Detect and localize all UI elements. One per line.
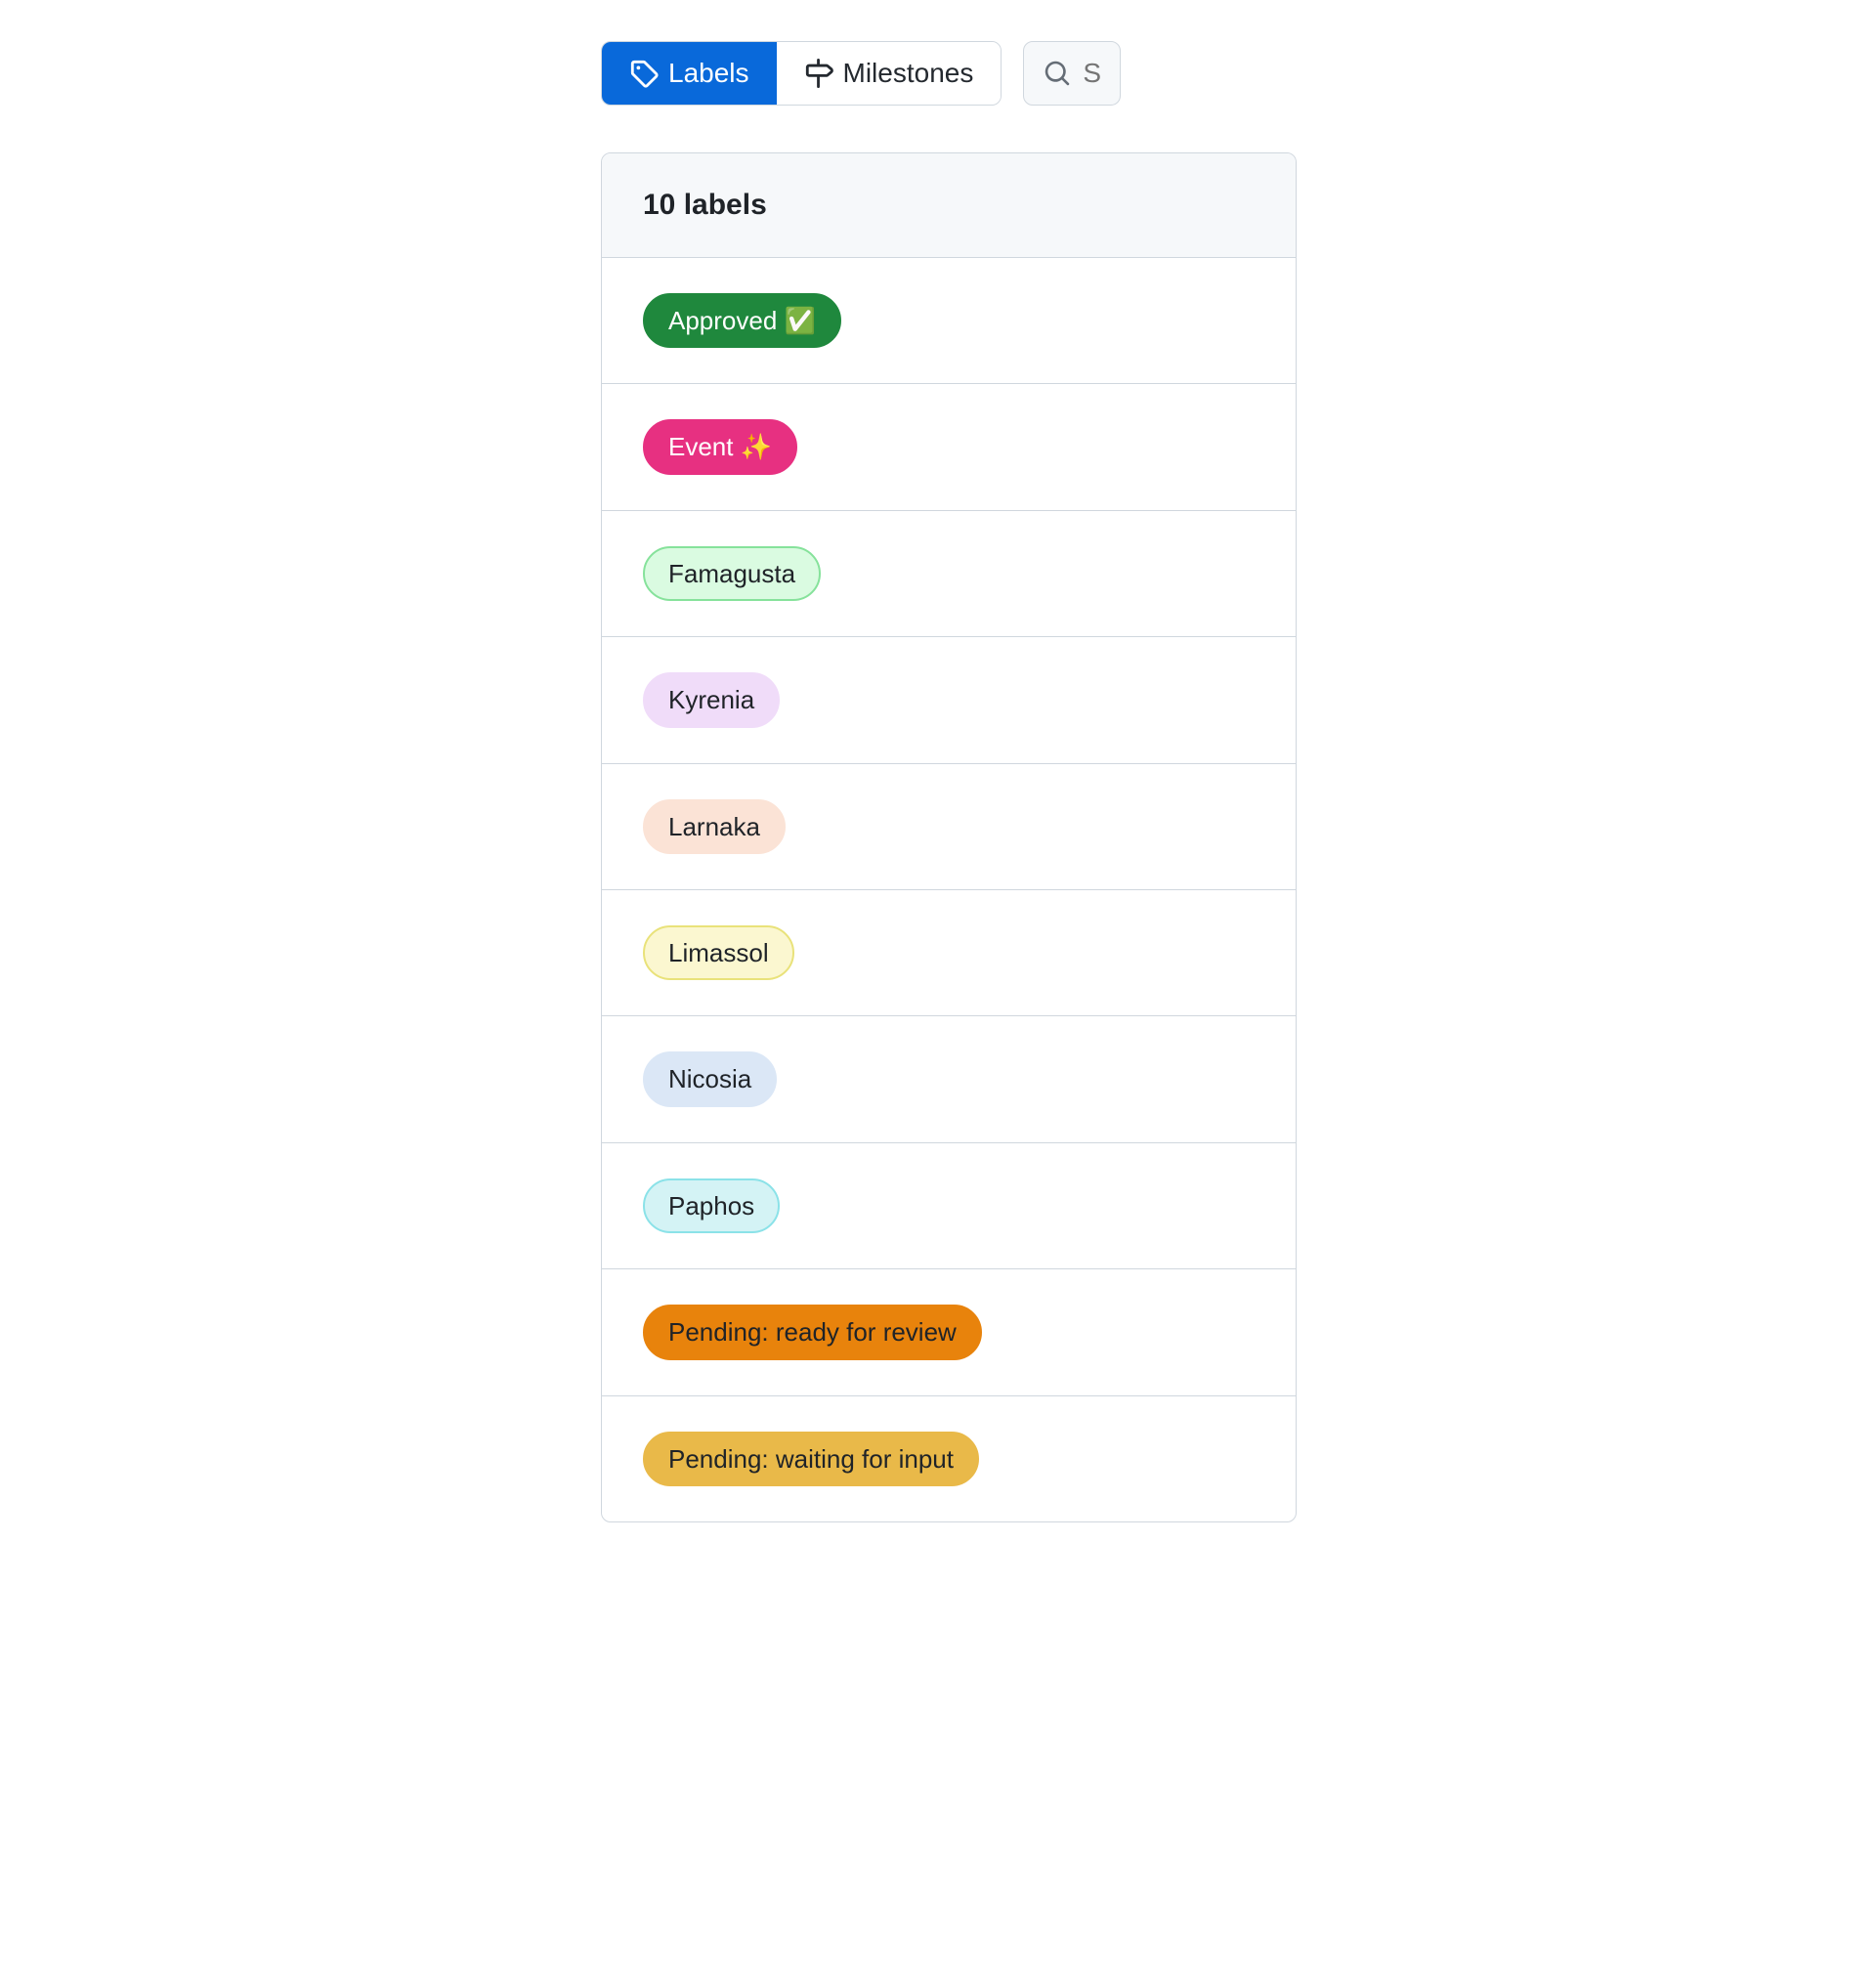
label-pill[interactable]: Larnaka xyxy=(643,799,786,854)
tab-labels[interactable]: Labels xyxy=(602,42,777,105)
milestone-icon xyxy=(804,59,833,88)
label-pill[interactable]: Kyrenia xyxy=(643,672,780,727)
label-pill[interactable]: Pending: waiting for input xyxy=(643,1432,979,1486)
label-pill[interactable]: Pending: ready for review xyxy=(643,1305,982,1359)
labels-count-header: 10 labels xyxy=(602,153,1296,258)
label-row: Kyrenia xyxy=(602,637,1296,763)
label-row: Nicosia xyxy=(602,1016,1296,1142)
search-wrap[interactable] xyxy=(1023,41,1121,106)
label-row: Limassol xyxy=(602,890,1296,1016)
tab-milestones[interactable]: Milestones xyxy=(777,42,1002,105)
tab-labels-text: Labels xyxy=(668,58,749,89)
page-container: Labels Milestones 10 labels Approved ✅ Ev… xyxy=(0,0,1300,1522)
label-list: Approved ✅ Event ✨ Famagusta Kyrenia Larnaka… xyxy=(602,258,1296,1521)
label-row: Paphos xyxy=(602,1143,1296,1269)
label-row: Larnaka xyxy=(602,764,1296,890)
search-icon xyxy=(1044,60,1071,87)
label-pill[interactable]: Approved ✅ xyxy=(643,293,841,348)
tab-group: Labels Milestones xyxy=(601,41,1002,106)
toolbar: Labels Milestones xyxy=(601,41,1300,106)
label-pill[interactable]: Paphos xyxy=(643,1178,780,1233)
label-row: Famagusta xyxy=(602,511,1296,637)
search-input[interactable] xyxy=(1083,58,1121,89)
label-row: Approved ✅ xyxy=(602,258,1296,384)
label-row: Pending: ready for review xyxy=(602,1269,1296,1395)
tag-icon xyxy=(629,59,659,88)
labels-panel: 10 labels Approved ✅ Event ✨ Famagusta Kyre… xyxy=(601,152,1297,1522)
label-row: Event ✨ xyxy=(602,384,1296,510)
tab-milestones-text: Milestones xyxy=(843,58,974,89)
label-pill[interactable]: Limassol xyxy=(643,925,794,980)
label-row: Pending: waiting for input xyxy=(602,1396,1296,1521)
label-pill[interactable]: Event ✨ xyxy=(643,419,797,474)
label-pill[interactable]: Famagusta xyxy=(643,546,821,601)
label-pill[interactable]: Nicosia xyxy=(643,1051,777,1106)
